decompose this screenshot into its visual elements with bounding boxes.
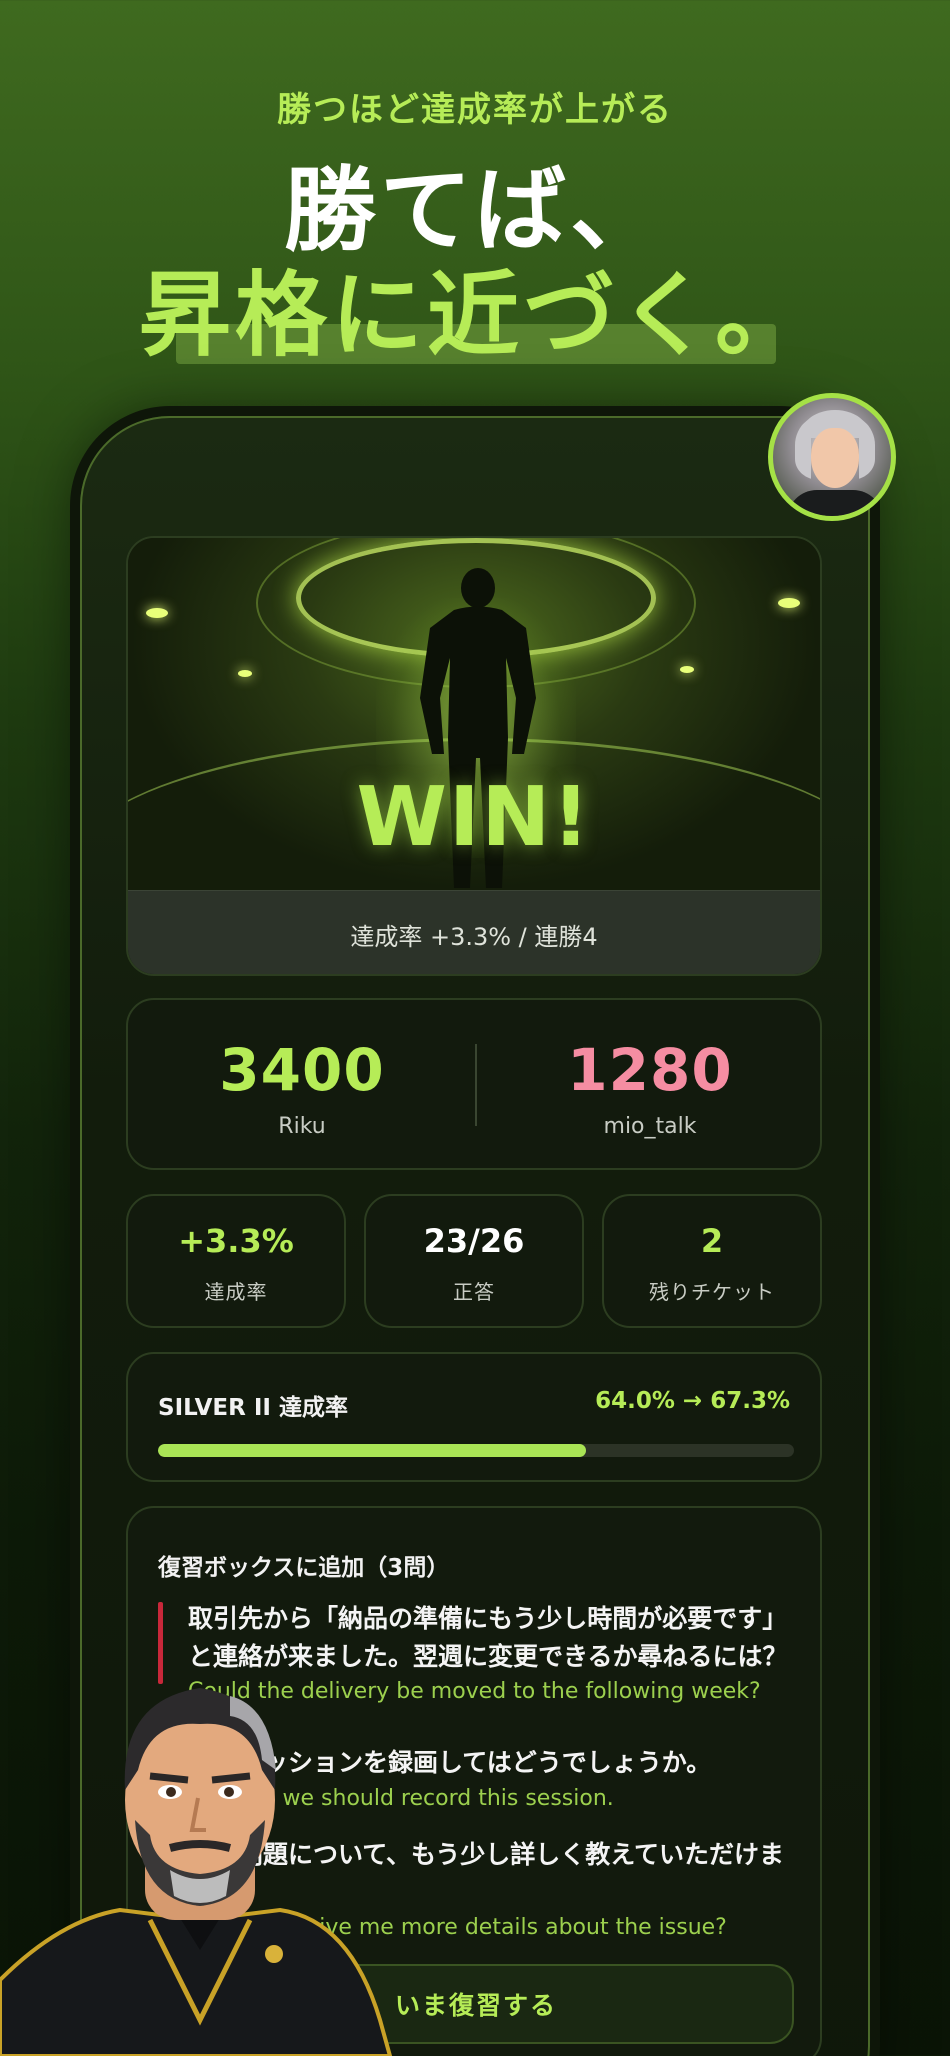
win-banner-card: WIN! 達成率 +3.3% / 連勝4	[126, 536, 822, 976]
stat-value: +3.3%	[178, 1222, 294, 1260]
win-summary: 達成率 +3.3% / 連勝4	[128, 890, 820, 974]
rank-progress-card: SILVER II 達成率 64.0% → 67.3%	[126, 1352, 822, 1482]
win-arena-image: WIN!	[128, 538, 820, 890]
rank-progress-value: 64.0% → 67.3%	[595, 1388, 790, 1414]
win-title: WIN!	[356, 770, 592, 865]
stat-card-achievement: +3.3% 達成率	[126, 1194, 346, 1328]
opponent-name: mio_talk	[603, 1114, 697, 1139]
player-score: 3400	[219, 1036, 385, 1104]
rank-progress-fill	[158, 1444, 587, 1457]
stat-value: 2	[700, 1222, 724, 1260]
scoreboard-card: 3400 Riku 1280 mio_talk	[126, 998, 822, 1170]
player-name: Riku	[278, 1114, 326, 1139]
stat-label: 正答	[453, 1280, 495, 1304]
rank-title: SILVER II 達成率	[158, 1395, 348, 1421]
stat-card-tickets: 2 残りチケット	[602, 1194, 822, 1328]
stat-label: 達成率	[204, 1280, 268, 1304]
coach-mascot-illustration	[0, 1688, 393, 2056]
review-title: 復習ボックスに追加（3問）	[158, 1555, 450, 1581]
opponent-avatar	[768, 393, 896, 521]
promo-headline-line1: 勝てば、	[283, 157, 667, 264]
opponent-score: 1280	[567, 1036, 733, 1104]
promo-headline-line2: 昇格に近づく。	[138, 262, 811, 369]
promo-eyebrow: 勝つほど達成率が上がる	[277, 90, 673, 130]
stat-value: 23/26	[423, 1222, 525, 1260]
rank-progress-bar	[158, 1444, 794, 1457]
stat-card-correct: 23/26 正答	[364, 1194, 584, 1328]
stat-label: 残りチケット	[649, 1280, 775, 1304]
